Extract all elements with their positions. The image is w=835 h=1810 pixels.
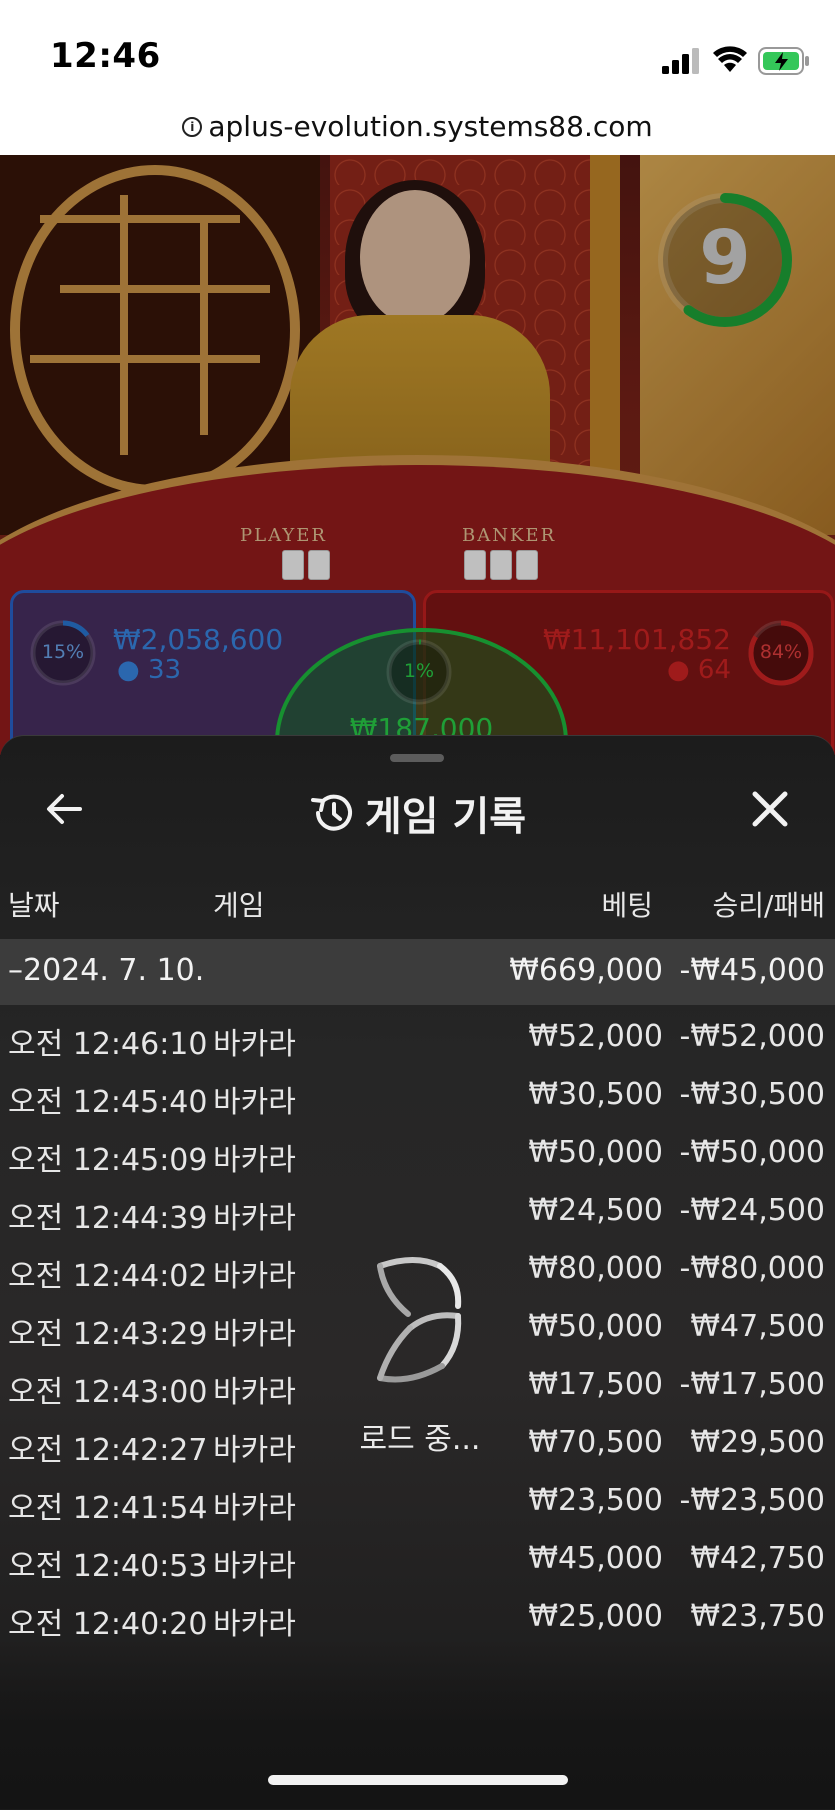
history-row[interactable]: 오전 12:41:54 바카라 ₩23,500 -₩23,500 xyxy=(0,1469,835,1535)
home-indicator[interactable] xyxy=(268,1775,568,1785)
history-row-game: 바카라 xyxy=(213,1607,296,1642)
history-row-game: 바카라 xyxy=(213,1143,296,1178)
history-row[interactable]: 오전 12:45:09 바카라 ₩50,000 -₩50,000 xyxy=(0,1121,835,1187)
history-row-bet: ₩25,000 xyxy=(528,1599,663,1634)
history-row-bet: ₩50,000 xyxy=(528,1135,663,1170)
history-row-result: ₩42,750 xyxy=(690,1541,825,1576)
history-row-result: -₩17,500 xyxy=(679,1367,825,1402)
history-row-game: 바카라 xyxy=(213,1201,296,1236)
history-row-bet: ₩70,500 xyxy=(528,1425,663,1460)
history-row-time: 오전 12:42:27 xyxy=(8,1433,208,1468)
history-row[interactable]: 오전 12:40:53 바카라 ₩45,000 ₩42,750 xyxy=(0,1527,835,1593)
sheet-drag-handle[interactable] xyxy=(390,754,444,762)
history-row-bet: ₩45,000 xyxy=(528,1541,663,1576)
history-row-time: 오전 12:46:10 xyxy=(8,1027,208,1062)
history-row-time: 오전 12:45:09 xyxy=(8,1143,208,1178)
status-time: 12:46 xyxy=(50,36,161,76)
history-row-bet: ₩23,500 xyxy=(528,1483,663,1518)
history-row-bet: ₩50,000 xyxy=(528,1309,663,1344)
history-row[interactable]: 오전 12:46:10 바카라 ₩52,000 -₩52,000 xyxy=(0,1005,835,1071)
date-group-label: –2024. 7. 10. xyxy=(8,953,205,988)
history-row-time: 오전 12:40:53 xyxy=(8,1549,208,1584)
url-text[interactable]: aplus-evolution.systems88.com xyxy=(208,110,652,143)
history-row-result: -₩80,000 xyxy=(679,1251,825,1286)
history-row-result: -₩30,500 xyxy=(679,1077,825,1112)
history-row-result: ₩23,750 xyxy=(690,1599,825,1634)
history-row[interactable]: 오전 12:44:39 바카라 ₩24,500 -₩24,500 xyxy=(0,1179,835,1245)
loading-text: 로드 중... xyxy=(359,1422,481,1457)
history-row-result: ₩29,500 xyxy=(690,1425,825,1460)
history-row-result: -₩50,000 xyxy=(679,1135,825,1170)
history-row-result: -₩23,500 xyxy=(679,1483,825,1518)
date-group-total-bet: ₩669,000 xyxy=(509,953,663,988)
history-row-time: 오전 12:45:40 xyxy=(8,1085,208,1120)
history-row-game: 바카라 xyxy=(213,1259,296,1294)
history-row-game: 바카라 xyxy=(213,1085,296,1120)
history-row[interactable]: 오전 12:45:40 바카라 ₩30,500 -₩30,500 xyxy=(0,1063,835,1129)
column-header-bet: 베팅 xyxy=(601,889,653,922)
history-row-time: 오전 12:43:00 xyxy=(8,1375,208,1410)
history-row-game: 바카라 xyxy=(213,1491,296,1526)
history-row-time: 오전 12:41:54 xyxy=(8,1491,208,1526)
history-row-game: 바카라 xyxy=(213,1433,296,1468)
date-group-row[interactable]: –2024. 7. 10. ₩669,000 -₩45,000 xyxy=(0,939,835,1005)
battery-charging-icon xyxy=(758,47,809,75)
history-icon xyxy=(310,794,352,831)
history-row-game: 바카라 xyxy=(213,1317,296,1352)
history-row-game: 바카라 xyxy=(213,1375,296,1410)
address-bar[interactable]: i aplus-evolution.systems88.com xyxy=(0,100,835,155)
history-row-result: -₩52,000 xyxy=(679,1019,825,1054)
history-row-bet: ₩24,500 xyxy=(528,1193,663,1228)
history-row-time: 오전 12:44:39 xyxy=(8,1201,208,1236)
cellular-signal-icon xyxy=(662,48,699,74)
status-bar: 12:46 xyxy=(0,0,835,100)
sheet-title: 게임 기록 xyxy=(364,794,527,840)
history-row-game: 바카라 xyxy=(213,1549,296,1584)
close-icon[interactable] xyxy=(745,784,795,834)
info-icon[interactable]: i xyxy=(182,116,203,137)
history-row-bet: ₩30,500 xyxy=(528,1077,663,1112)
history-row-bet: ₩80,000 xyxy=(528,1251,663,1286)
history-row-game: 바카라 xyxy=(213,1027,296,1062)
history-row-time: 오전 12:40:20 xyxy=(8,1607,208,1642)
history-row-time: 오전 12:44:02 xyxy=(8,1259,208,1294)
column-header-game: 게임 xyxy=(213,889,265,922)
history-row-bet: ₩52,000 xyxy=(528,1019,663,1054)
history-row-result: ₩47,500 xyxy=(690,1309,825,1344)
date-group-total-result: -₩45,000 xyxy=(679,953,825,988)
wifi-icon xyxy=(713,46,747,72)
column-header-date: 날짜 xyxy=(8,889,60,922)
column-header-result: 승리/패배 xyxy=(712,889,825,922)
loading-spinner-icon xyxy=(377,1257,462,1383)
history-row-result: -₩24,500 xyxy=(679,1193,825,1228)
sheet-header: 게임 기록 xyxy=(0,784,835,842)
history-row-time: 오전 12:43:29 xyxy=(8,1317,208,1352)
history-row-bet: ₩17,500 xyxy=(528,1367,663,1402)
